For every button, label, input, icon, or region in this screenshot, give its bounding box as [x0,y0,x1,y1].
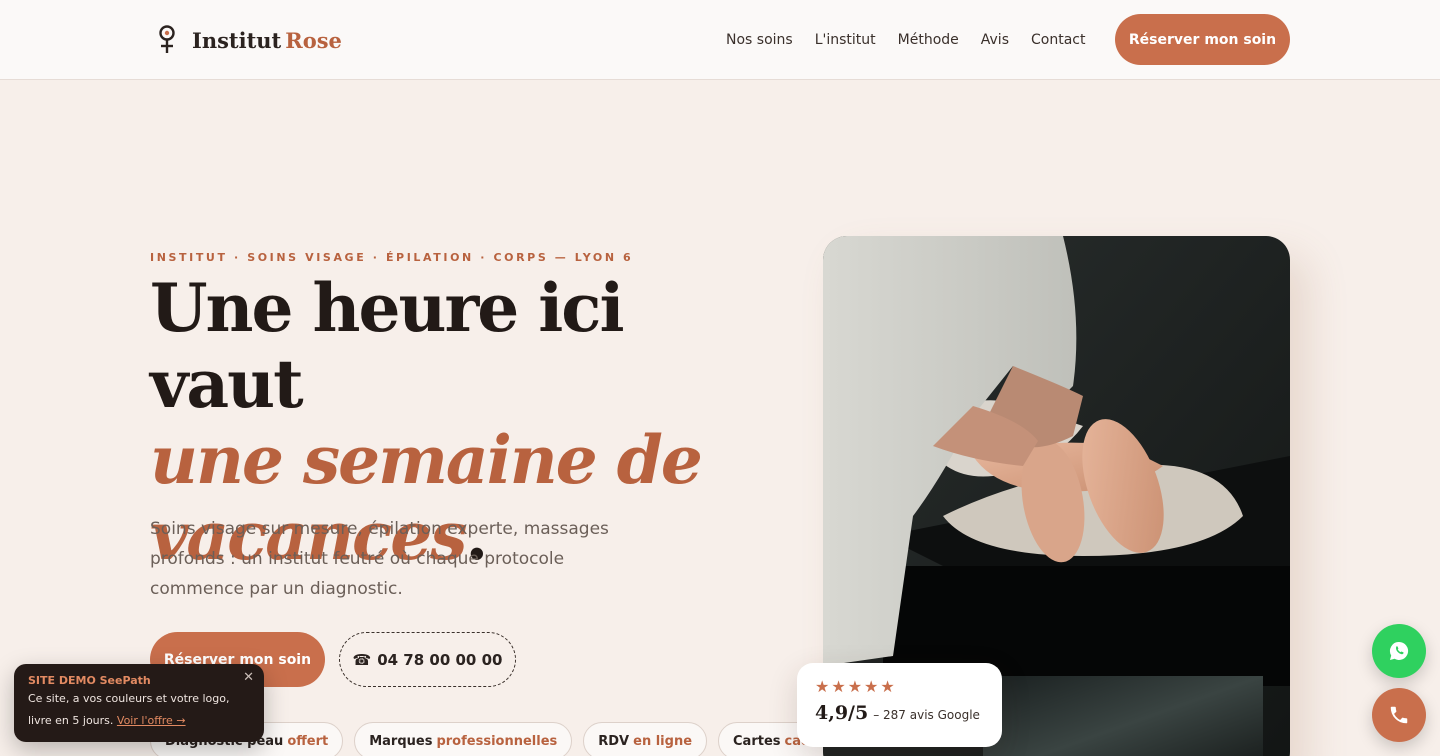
google-rating-card: ★★★★★ 4,9/5 – 287 avis Google [797,663,1002,747]
hero-eyebrow: INSTITUT · SOINS VISAGE · ÉPILATION · CO… [150,251,634,264]
hero-phone-button[interactable]: ☎ 04 78 00 00 00 [339,632,516,687]
nav-item-nos-soins[interactable]: Nos soins [726,32,793,48]
hero-title-line2: une semaine de [150,421,703,499]
rating-stars: ★★★★★ [815,677,897,696]
demo-toast: SITE DEMO SeePath Ce site, a vos couleur… [14,664,264,742]
nav-item-avis[interactable]: Avis [981,32,1009,48]
female-symbol-icon [159,25,175,53]
main-nav: Nos soins L'institut Méthode Avis Contac… [726,0,1085,80]
call-button[interactable] [1372,688,1426,742]
toast-title: SITE DEMO SeePath [28,674,151,687]
hero-title-line1: Une heure ici vaut [150,269,625,423]
brand-accent: Rose [285,27,342,53]
nav-item-institut[interactable]: L'institut [815,32,876,48]
telephone-icon: ☎ [352,650,372,669]
toast-offer-link[interactable]: Voir l'offre → [117,714,186,727]
rating-count: – 287 avis Google [873,708,980,722]
whatsapp-icon [1389,641,1409,660]
hero-lead: Soins visage sur mesure, épilation exper… [150,519,609,599]
nav-item-contact[interactable]: Contact [1031,32,1085,48]
whatsapp-button[interactable] [1372,624,1426,678]
toast-body: Ce site, a vos couleurs et votre logo, l… [28,688,250,732]
chip-rdv: RDV en ligne [583,722,708,756]
brand-name: Institut [192,27,282,53]
chip-accent: en ligne [633,733,693,749]
site-header: Institut Rose Nos soins L'institut Méthod… [0,0,1440,80]
close-icon[interactable]: ✕ [243,670,254,685]
chip-text: Marques [369,733,433,749]
nav-item-methode[interactable]: Méthode [898,32,959,48]
brand-logo[interactable]: Institut Rose [156,24,342,56]
chip-accent: professionnelles [436,733,558,749]
chip-accent: offert [287,733,329,749]
phone-icon [1390,706,1408,724]
phone-number: 04 78 00 00 00 [377,650,503,669]
chip-text: RDV [598,733,630,749]
header-book-button[interactable]: Réserver mon soin [1115,14,1290,65]
rating-score: 4,9/5 [815,702,869,724]
chip-marques: Marques professionnelles [354,722,573,756]
chip-text: Cartes [733,733,781,749]
